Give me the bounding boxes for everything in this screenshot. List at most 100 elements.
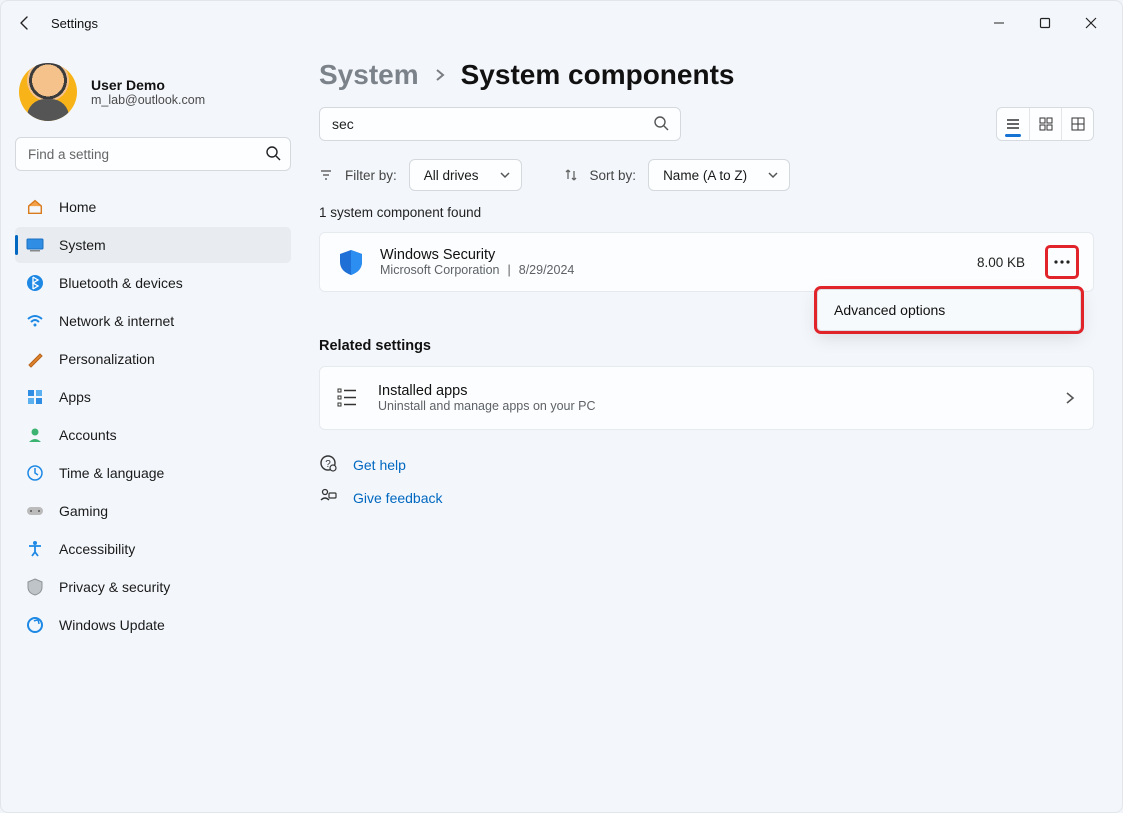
sidebar-item-network[interactable]: Network & internet [15,303,291,339]
get-help-link[interactable]: ? Get help [319,454,1094,475]
profile-block[interactable]: User Demo m_lab@outlook.com [19,63,287,121]
sidebar-item-label: System [59,237,106,253]
link-label: Get help [353,457,406,473]
sidebar-item-label: Home [59,199,96,215]
sidebar-search-input[interactable] [15,137,291,171]
update-icon [25,615,45,635]
view-tiles-button[interactable] [1061,108,1093,140]
sidebar-item-label: Network & internet [59,313,174,329]
sidebar: User Demo m_lab@outlook.com Home System [1,45,301,812]
menu-advanced-options[interactable]: Advanced options [818,290,1080,330]
sidebar-item-apps[interactable]: Apps [15,379,291,415]
sidebar-item-accounts[interactable]: Accounts [15,417,291,453]
gamepad-icon [25,501,45,521]
search-icon [265,145,281,161]
sidebar-item-gaming[interactable]: Gaming [15,493,291,529]
profile-email: m_lab@outlook.com [91,93,205,107]
tiles-icon [1070,116,1086,132]
filter-label: Filter by: [345,168,397,183]
maximize-button[interactable] [1022,7,1068,39]
filter-value: All drives [424,168,479,183]
window-title: Settings [51,16,98,31]
chevron-right-icon [433,68,447,82]
filter-bar: Filter by: All drives Sort by: Name (A t… [319,159,1094,191]
more-options-button[interactable] [1047,247,1077,277]
help-icon: ? [319,454,337,475]
filter-dropdown[interactable]: All drives [409,159,522,191]
titlebar: Settings [1,1,1122,45]
breadcrumb-parent[interactable]: System [319,59,419,91]
related-settings-title: Related settings [319,338,1094,354]
grid-icon [1038,116,1054,132]
breadcrumb-current: System components [461,59,735,91]
sort-dropdown[interactable]: Name (A to Z) [648,159,790,191]
give-feedback-link[interactable]: Give feedback [319,487,1094,508]
clock-globe-icon [25,463,45,483]
wifi-icon [25,311,45,331]
close-button[interactable] [1068,7,1114,39]
sidebar-item-label: Accessibility [59,541,135,557]
back-button[interactable] [9,7,41,39]
brush-icon [25,349,45,369]
sidebar-item-label: Accounts [59,427,117,443]
related-title: Installed apps [378,383,1045,399]
sidebar-item-label: Time & language [59,465,164,481]
list-settings-icon [336,386,360,410]
avatar [19,63,77,121]
component-card: Windows Security Microsoft Corporation |… [319,232,1094,292]
accessibility-icon [25,539,45,559]
search-icon [653,115,669,131]
shield-security-icon [336,247,366,277]
sidebar-item-label: Windows Update [59,617,165,633]
view-grid-button[interactable] [1029,108,1061,140]
sidebar-item-bluetooth[interactable]: Bluetooth & devices [15,265,291,301]
sidebar-item-privacy-security[interactable]: Privacy & security [15,569,291,605]
sidebar-item-windows-update[interactable]: Windows Update [15,607,291,643]
profile-name: User Demo [91,77,205,93]
component-search-input[interactable] [319,107,681,141]
breadcrumb: System System components [319,59,1094,91]
minimize-icon [993,17,1005,29]
component-publisher: Microsoft Corporation [380,263,500,277]
person-icon [25,425,45,445]
sidebar-item-accessibility[interactable]: Accessibility [15,531,291,567]
feedback-icon [319,487,337,508]
sort-value: Name (A to Z) [663,168,747,183]
chevron-down-icon [499,169,511,181]
component-size: 8.00 KB [977,255,1025,270]
sidebar-item-label: Gaming [59,503,108,519]
link-label: Give feedback [353,490,443,506]
sidebar-item-system[interactable]: System [15,227,291,263]
list-icon [1005,116,1021,132]
sidebar-item-label: Bluetooth & devices [59,275,183,291]
sidebar-item-time-language[interactable]: Time & language [15,455,291,491]
sidebar-item-home[interactable]: Home [15,189,291,225]
view-list-button[interactable] [997,108,1029,140]
sidebar-item-label: Privacy & security [59,579,170,595]
component-date: 8/29/2024 [519,263,575,277]
shield-icon [25,577,45,597]
results-count: 1 system component found [319,205,1094,220]
context-menu: Advanced options [817,289,1081,331]
apps-icon [25,387,45,407]
close-icon [1085,17,1097,29]
filter-icon [319,168,333,182]
more-horizontal-icon [1054,260,1070,264]
minimize-button[interactable] [976,7,1022,39]
sidebar-item-personalization[interactable]: Personalization [15,341,291,377]
bluetooth-icon [25,273,45,293]
sidebar-item-label: Apps [59,389,91,405]
sort-label: Sort by: [590,168,637,183]
chevron-right-icon [1063,391,1077,405]
maximize-icon [1039,17,1051,29]
system-icon [25,235,45,255]
view-toggle [996,107,1094,141]
home-icon [25,197,45,217]
component-title: Windows Security [380,247,574,263]
sidebar-item-label: Personalization [59,351,155,367]
sort-icon [564,168,578,182]
related-installed-apps[interactable]: Installed apps Uninstall and manage apps… [319,366,1094,430]
arrow-left-icon [17,15,33,31]
main-content: System System components Filter by: [301,45,1122,812]
related-subtitle: Uninstall and manage apps on your PC [378,399,1045,413]
